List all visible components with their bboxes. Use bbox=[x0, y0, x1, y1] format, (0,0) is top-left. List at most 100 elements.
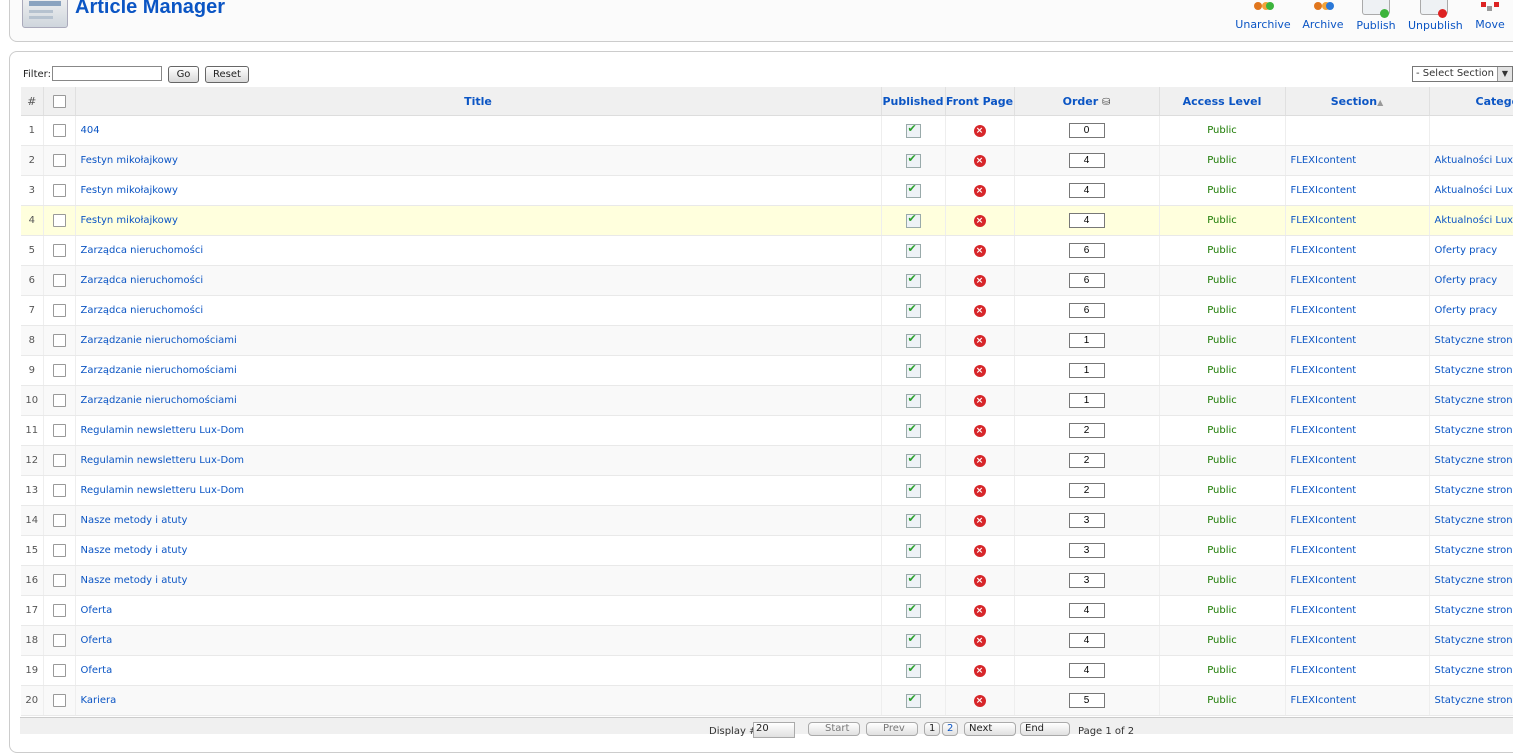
front-page-no-icon[interactable]: × bbox=[973, 514, 986, 527]
order-input[interactable] bbox=[1068, 693, 1105, 708]
access-level-link[interactable]: Public bbox=[1159, 685, 1286, 716]
order-input[interactable] bbox=[1068, 573, 1105, 588]
row-checkbox[interactable] bbox=[52, 334, 66, 347]
access-level-link[interactable]: Public bbox=[1159, 535, 1286, 566]
section-link[interactable]: FLEXIcontent bbox=[1285, 475, 1430, 506]
access-level-link[interactable]: Public bbox=[1159, 205, 1286, 236]
category-link[interactable]: Statyczne strony bbox=[1429, 625, 1513, 656]
col-published[interactable]: Published bbox=[881, 87, 946, 116]
access-level-link[interactable]: Public bbox=[1159, 625, 1286, 656]
row-checkbox[interactable] bbox=[52, 304, 66, 317]
access-level-link[interactable]: Public bbox=[1159, 655, 1286, 686]
row-checkbox[interactable] bbox=[52, 514, 66, 527]
section-link[interactable]: FLEXIcontent bbox=[1285, 265, 1430, 296]
published-check-icon[interactable] bbox=[905, 452, 921, 468]
access-level-link[interactable]: Public bbox=[1159, 445, 1286, 476]
display-select[interactable]: 20 bbox=[753, 722, 795, 738]
section-link[interactable]: FLEXIcontent bbox=[1285, 385, 1430, 416]
front-page-no-icon[interactable]: × bbox=[973, 124, 986, 137]
order-input[interactable] bbox=[1068, 423, 1105, 438]
unpublish-button[interactable]: Unpublish bbox=[1408, 0, 1463, 34]
category-link[interactable]: Oferty pracy bbox=[1429, 295, 1513, 326]
category-link[interactable]: Statyczne strony bbox=[1429, 445, 1513, 476]
move-button[interactable]: Move bbox=[1474, 0, 1506, 34]
order-input[interactable] bbox=[1068, 483, 1105, 498]
order-input[interactable] bbox=[1068, 183, 1105, 198]
section-link[interactable]: FLEXIcontent bbox=[1285, 235, 1430, 266]
article-title-link[interactable]: Zarządzanie nieruchomościami bbox=[75, 385, 882, 416]
row-checkbox[interactable] bbox=[52, 574, 66, 587]
row-checkbox[interactable] bbox=[52, 604, 66, 617]
front-page-no-icon[interactable]: × bbox=[973, 154, 986, 167]
published-check-icon[interactable] bbox=[905, 692, 921, 708]
article-title-link[interactable]: Festyn mikołajkowy bbox=[75, 175, 882, 206]
published-check-icon[interactable] bbox=[905, 602, 921, 618]
section-link[interactable] bbox=[1285, 115, 1430, 146]
published-check-icon[interactable] bbox=[905, 512, 921, 528]
row-checkbox[interactable] bbox=[52, 154, 66, 167]
section-link[interactable]: FLEXIcontent bbox=[1285, 535, 1430, 566]
article-title-link[interactable]: Regulamin newsletteru Lux-Dom bbox=[75, 475, 882, 506]
published-check-icon[interactable] bbox=[905, 362, 921, 378]
col-title[interactable]: Title bbox=[75, 87, 882, 116]
published-check-icon[interactable] bbox=[905, 632, 921, 648]
section-link[interactable]: FLEXIcontent bbox=[1285, 415, 1430, 446]
access-level-link[interactable]: Public bbox=[1159, 415, 1286, 446]
article-title-link[interactable]: 404 bbox=[75, 115, 882, 146]
go-button[interactable]: Go bbox=[168, 66, 199, 83]
front-page-no-icon[interactable]: × bbox=[973, 574, 986, 587]
front-page-no-icon[interactable]: × bbox=[973, 364, 986, 377]
category-link[interactable]: Statyczne strony bbox=[1429, 565, 1513, 596]
order-input[interactable] bbox=[1068, 303, 1105, 318]
front-page-no-icon[interactable]: × bbox=[973, 214, 986, 227]
order-input[interactable] bbox=[1068, 513, 1105, 528]
row-checkbox[interactable] bbox=[52, 394, 66, 407]
category-link[interactable]: Statyczne strony bbox=[1429, 685, 1513, 716]
col-category[interactable]: Category bbox=[1429, 87, 1513, 116]
section-link[interactable]: FLEXIcontent bbox=[1285, 145, 1430, 176]
front-page-no-icon[interactable]: × bbox=[973, 664, 986, 677]
row-checkbox[interactable] bbox=[52, 124, 66, 137]
order-input[interactable] bbox=[1068, 243, 1105, 258]
article-title-link[interactable]: Nasze metody i atuty bbox=[75, 535, 882, 566]
access-level-link[interactable]: Public bbox=[1159, 475, 1286, 506]
order-input[interactable] bbox=[1068, 153, 1105, 168]
row-checkbox[interactable] bbox=[52, 544, 66, 557]
published-check-icon[interactable] bbox=[905, 662, 921, 678]
published-check-icon[interactable] bbox=[905, 332, 921, 348]
category-link[interactable] bbox=[1429, 115, 1513, 146]
access-level-link[interactable]: Public bbox=[1159, 235, 1286, 266]
category-link[interactable]: Statyczne strony bbox=[1429, 355, 1513, 386]
front-page-no-icon[interactable]: × bbox=[973, 634, 986, 647]
select-all-checkbox[interactable] bbox=[52, 94, 66, 108]
published-check-icon[interactable] bbox=[905, 422, 921, 438]
access-level-link[interactable]: Public bbox=[1159, 325, 1286, 356]
category-link[interactable]: Statyczne strony bbox=[1429, 475, 1513, 506]
published-check-icon[interactable] bbox=[905, 242, 921, 258]
front-page-no-icon[interactable]: × bbox=[973, 274, 986, 287]
category-link[interactable]: Statyczne strony bbox=[1429, 415, 1513, 446]
prev-button[interactable]: Prev bbox=[866, 722, 918, 736]
published-check-icon[interactable] bbox=[905, 212, 921, 228]
article-title-link[interactable]: Oferta bbox=[75, 595, 882, 626]
section-link[interactable]: FLEXIcontent bbox=[1285, 595, 1430, 626]
save-order-icon[interactable]: ⛁ bbox=[1102, 97, 1110, 108]
published-check-icon[interactable] bbox=[905, 542, 921, 558]
access-level-link[interactable]: Public bbox=[1159, 385, 1286, 416]
category-link[interactable]: Statyczne strony bbox=[1429, 505, 1513, 536]
published-check-icon[interactable] bbox=[905, 482, 921, 498]
row-checkbox[interactable] bbox=[52, 274, 66, 287]
order-input[interactable] bbox=[1068, 273, 1105, 288]
published-check-icon[interactable] bbox=[905, 182, 921, 198]
section-link[interactable]: FLEXIcontent bbox=[1285, 445, 1430, 476]
article-title-link[interactable]: Festyn mikołajkowy bbox=[75, 145, 882, 176]
category-link[interactable]: Statyczne strony bbox=[1429, 595, 1513, 626]
col-order[interactable]: Order ⛁ bbox=[1014, 87, 1160, 116]
front-page-no-icon[interactable]: × bbox=[973, 304, 986, 317]
access-level-link[interactable]: Public bbox=[1159, 595, 1286, 626]
unarchive-button[interactable]: Unarchive bbox=[1235, 0, 1291, 34]
article-title-link[interactable]: Zarządzanie nieruchomościami bbox=[75, 325, 882, 356]
col-front-page[interactable]: Front Page bbox=[945, 87, 1015, 116]
order-input[interactable] bbox=[1068, 393, 1105, 408]
col-access[interactable]: Access Level bbox=[1159, 87, 1286, 116]
